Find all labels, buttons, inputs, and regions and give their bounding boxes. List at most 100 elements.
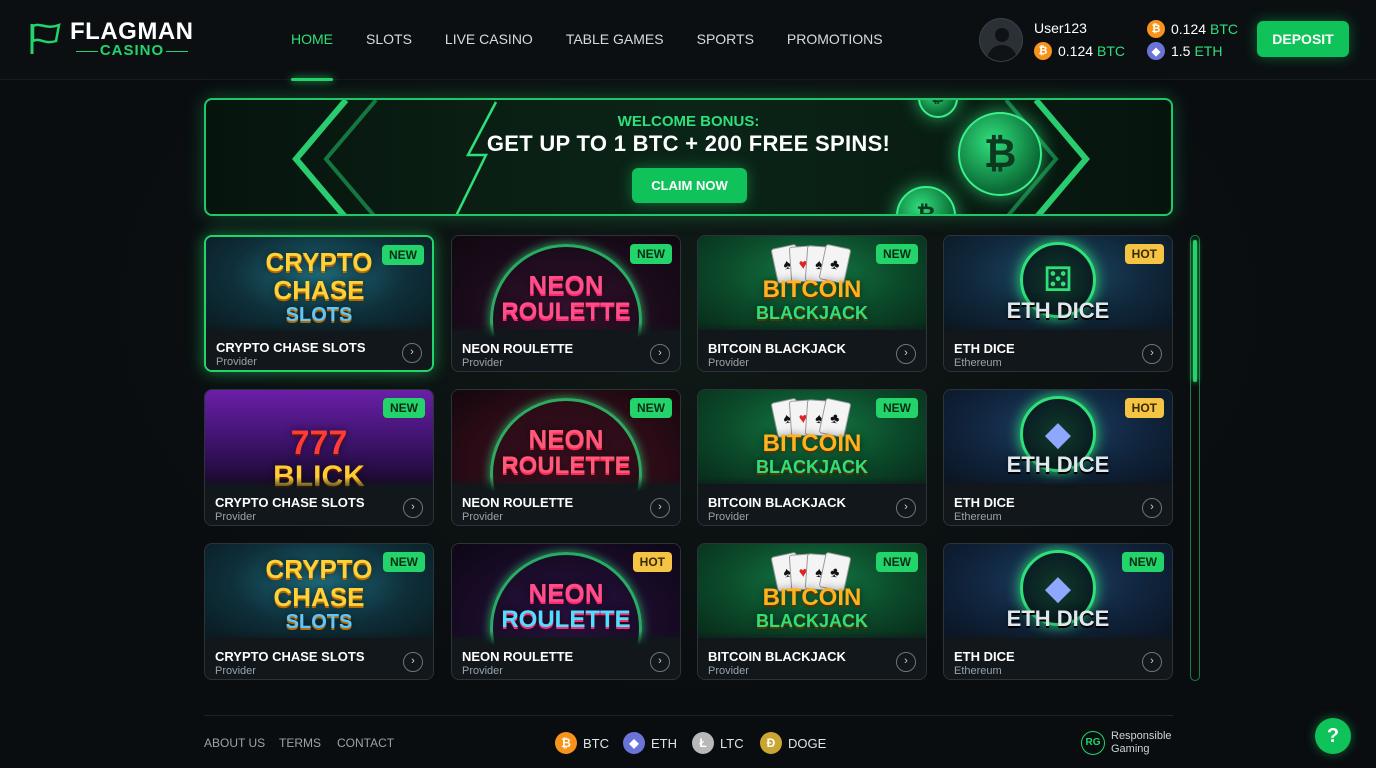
brand-sub: CASINO [70,42,194,59]
game-card[interactable]: NEON ROULETTE HOT NEON ROULETTE Provider › [451,543,681,680]
game-info: CRYPTO CHASE SLOTS Provider › [205,477,433,525]
game-info: ETH DICE Ethereum › [944,631,1172,679]
chevron-right-icon[interactable]: › [650,652,670,672]
footer-link-about[interactable]: ABOUT US [204,736,265,750]
wallet-btc-amount: 0.124 [1171,21,1207,37]
game-title: NEON ROULETTE [462,495,574,510]
game-provider: Provider [708,357,749,369]
game-badge: NEW [630,398,672,418]
chevron-right-icon[interactable]: › [896,344,916,364]
game-title: CRYPTO CHASE SLOTS [216,340,366,355]
game-card[interactable]: ♠ ♥ ♠ ♣ BITCOIN BLACKJACK NEW BITCOIN BLACKJACK… [697,543,927,680]
nav-live-casino[interactable]: LIVE CASINO [445,0,533,80]
avatar[interactable] [979,18,1023,62]
game-card[interactable]: ⚄ ETH DICE HOT ETH DICE Ethereum › [943,235,1173,372]
game-art-text: ETH DICE [1006,298,1110,323]
game-badge: NEW [382,245,424,265]
help-button[interactable]: ? [1315,718,1351,754]
responsible-gaming-icon[interactable]: RG [1081,731,1105,755]
chevron-right-icon[interactable]: › [403,652,423,672]
game-art-text: ETH DICE [1006,606,1110,631]
nav-sports[interactable]: SPORTS [697,0,754,80]
username: User123 [1034,20,1087,36]
wallet-eth-unit: ETH [1194,43,1223,59]
bitcoin-icon: ₿ [1147,20,1165,38]
chevron-right-icon[interactable]: › [403,498,423,518]
game-provider: Provider [708,665,749,677]
game-info: BITCOIN BLACKJACK Provider › [698,631,926,679]
chevron-right-icon[interactable]: › [896,498,916,518]
game-provider: Provider [215,511,256,523]
game-art-text: BLACKJACK [756,611,868,631]
bitcoin-icon: ₿ [555,732,577,754]
footer-coin-label: LTC [720,735,744,751]
game-art-text: BLACKJACK [756,303,868,323]
game-badge: NEW [876,552,918,572]
game-badge: HOT [1124,244,1164,264]
brand-logo[interactable]: FLAGMAN CASINO [26,18,206,62]
game-info: CRYPTO CHASE SLOTS Provider › [206,322,432,370]
game-card[interactable]: NEON ROULETTE NEW NEON ROULETTE Provider › [451,389,681,526]
footer-divider [204,715,1173,716]
game-art-text: SLOTS [285,611,353,633]
game-info: NEON ROULETTE Provider › [452,477,680,525]
banner-title: GET UP TO 1 BTC + 200 FREE SPINS! [486,131,891,156]
user-balance-unit: BTC [1097,43,1126,59]
welcome-bonus-banner[interactable]: ₿ ₿ ₿ WELCOME BONUS: GET UP TO 1 BTC + 2… [204,98,1173,216]
footer-coin-doge: Ð DOGE [760,731,826,755]
game-card[interactable]: NEON ROULETTE NEW NEON ROULETTE Provider › [451,235,681,372]
game-title: CRYPTO CHASE SLOTS [215,649,365,664]
user-balance: ₿ 0.124 BTC [1034,42,1125,60]
scroll-thumb[interactable] [1193,240,1197,382]
game-badge: NEW [876,244,918,264]
wallet-btc-unit: BTC [1210,21,1239,37]
game-art-text: BITCOIN [762,584,862,611]
game-title: ETH DICE [954,341,1015,356]
scrollbar[interactable] [1190,235,1200,681]
casino-app: FLAGMAN CASINO HOME SLOTS LIVE CASINO TABLE… [0,0,1376,768]
game-card[interactable]: ◆ ETH DICE HOT ETH DICE Ethereum › [943,389,1173,526]
footer-coin-btc: ₿ BTC [555,731,609,755]
wallet-eth[interactable]: ◆ 1.5 ETH [1147,42,1222,60]
nav-slots[interactable]: SLOTS [366,0,412,80]
chevron-right-icon[interactable]: › [650,498,670,518]
game-art-text: ETH DICE [1006,452,1110,477]
footer-coin-label: BTC [583,735,609,751]
game-title: ETH DICE [954,649,1015,664]
game-art-text: NEON [528,270,604,300]
footer-link-terms[interactable]: TERMS [279,736,321,750]
game-card[interactable]: ◆ ETH DICE NEW ETH DICE Ethereum › [943,543,1173,680]
game-art-text: NEON [528,578,604,608]
game-provider: Provider [216,356,257,368]
claim-now-button[interactable]: CLAIM NOW [632,168,747,203]
nav-home[interactable]: HOME [291,0,333,81]
game-title: CRYPTO CHASE SLOTS [215,495,365,510]
chevron-right-icon[interactable]: › [896,652,916,672]
game-title: NEON ROULETTE [462,341,574,356]
footer-link-contact[interactable]: CONTACT [337,736,394,750]
avatar-head [995,28,1009,42]
game-card[interactable]: ♠ ♥ ♠ ♣ BITCOIN BLACKJACK NEW BITCOIN BLACKJACK… [697,235,927,372]
game-card[interactable]: 777BLICKNEWCRYPTO CHASE SLOTSProvider› [204,389,434,526]
chevron-right-icon[interactable]: › [402,343,422,363]
game-card[interactable]: CRYPTO CHASE SLOTS NEW CRYPTO CHASE SLOTS Pro… [204,235,434,372]
chevron-right-icon[interactable]: › [650,344,670,364]
nav-promotions[interactable]: PROMOTIONS [787,0,883,80]
responsible-gaming-label[interactable]: Responsible Gaming [1111,730,1181,756]
game-info: NEON ROULETTE Provider › [452,323,680,371]
chevron-right-icon[interactable]: › [1142,344,1162,364]
game-card[interactable]: ♠ ♥ ♠ ♣ BITCOIN BLACKJACK NEW BITCOIN BLACKJACK… [697,389,927,526]
wallet-btc[interactable]: ₿ 0.124 BTC [1147,20,1238,38]
footer-coin-eth: ◆ ETH [623,731,677,755]
game-badge: NEW [1122,552,1164,572]
wallet-eth-amount: 1.5 [1171,43,1191,59]
footer-coin-label: ETH [651,735,677,751]
chevron-right-icon[interactable]: › [1142,652,1162,672]
deposit-button[interactable]: DEPOSIT [1257,21,1349,57]
chevron-right-icon[interactable]: › [1142,498,1162,518]
game-art-text: NEON [528,424,604,454]
nav-table-games[interactable]: TABLE GAMES [566,0,664,80]
game-provider: Ethereum [954,357,1002,369]
game-card[interactable]: CRYPTO CHASE SLOTS NEW CRYPTO CHASE SLOTS Pro… [204,543,434,680]
game-art-text: 777 [290,424,348,462]
